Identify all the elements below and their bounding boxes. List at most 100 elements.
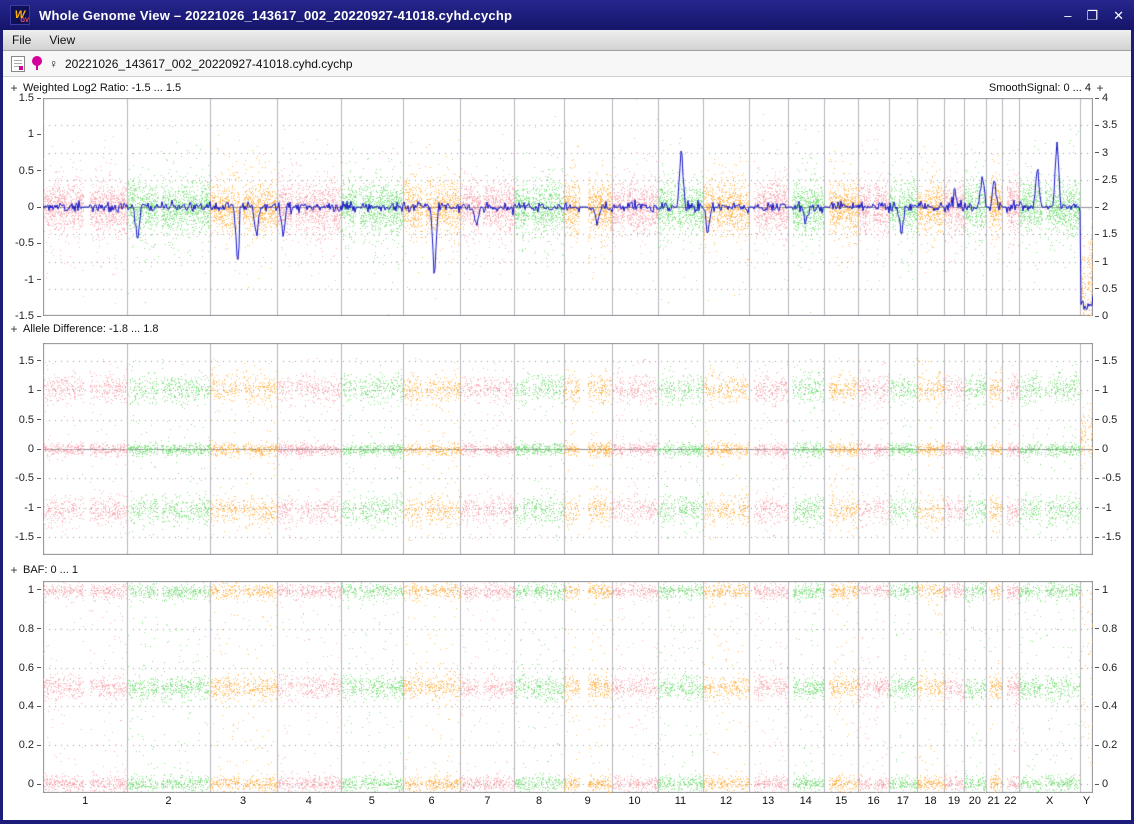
titlebar[interactable]: W GV Whole Genome View – 20221026_143617… [0,0,1134,30]
y-tick-right--1: -1 [1095,502,1112,514]
y-tick-right--0.5: -0.5 [1095,472,1121,484]
tick-label: 1 [28,584,34,596]
y-tick-right-1.5: 1.5 [1095,355,1117,367]
chromosome-label-1: 1 [82,795,88,807]
tick-label: 1.5 [19,92,34,104]
minimize-button[interactable]: – [1064,9,1071,22]
window-title: Whole Genome View – 20221026_143617_002_… [39,8,512,23]
tick-mark [37,279,41,280]
tick-label: 0.4 [19,700,34,712]
tick-label: 1 [1102,256,1108,268]
expand-baf-button[interactable]: + [7,563,21,577]
tick-label: 0 [28,201,34,213]
chromosome-label-5: 5 [369,795,375,807]
y-tick-right-4: 4 [1095,92,1108,104]
y-tick-right--1.5: -1.5 [1095,531,1121,543]
tick-label: -0.5 [1102,472,1121,484]
sample-filename: 20221026_143617_002_20220927-41018.cyhd.… [65,57,353,71]
y-tick-right-2.5: 2.5 [1095,174,1117,186]
tick-mark [1095,537,1099,538]
y-tick-right-0.8: 0.8 [1095,623,1117,635]
log2-plot: 1.510.50-0.5-1-1.5 43.532.521.510.50 [3,98,1131,316]
expand-allele-difference-button[interactable]: + [7,322,21,336]
tick-mark [37,316,41,317]
tick-mark [37,478,41,479]
maximize-button[interactable]: ❐ [1086,9,1098,22]
tick-label: 3.5 [1102,119,1117,131]
allele-difference-right-axis: 1.510.50-0.5-1-1.5 [1095,343,1131,555]
tick-label: 0.6 [19,662,34,674]
chromosome-label-15: 15 [835,795,847,807]
tick-label: -1 [24,274,34,286]
tick-label: 0.2 [1102,739,1117,751]
tick-mark [37,390,41,391]
tick-label: -1.5 [15,531,34,543]
y-tick-right-0.5: 0.5 [1095,414,1117,426]
tick-mark [1095,98,1099,99]
tick-mark [37,628,41,629]
menu-item-file[interactable]: File [3,31,40,49]
chromosome-label-12: 12 [720,795,732,807]
tick-label: -0.5 [15,472,34,484]
log2-plot-canvas[interactable] [43,98,1093,316]
tick-mark [1095,207,1099,208]
tick-mark [1095,390,1099,391]
tick-mark [1095,449,1099,450]
chromosome-label-8: 8 [536,795,542,807]
tick-label: 0.4 [1102,700,1117,712]
tick-mark [37,745,41,746]
tick-label: 1 [1102,584,1108,596]
chromosome-label-16: 16 [867,795,879,807]
chromosome-label-19: 19 [948,795,960,807]
baf-right-axis: 1 0.8 0.6 0.4 0.2 0 [1095,581,1131,793]
y-tick-left-0: 0 [28,443,41,455]
tick-label: 1 [28,128,34,140]
tick-mark [37,706,41,707]
baf-track-header: + BAF: 0 ... 1 [7,562,1107,577]
tick-mark [37,98,41,99]
sample-file-icon[interactable] [11,56,25,72]
chromosome-label-4: 4 [306,795,312,807]
allele-difference-track-header: + Allele Difference: -1.8 ... 1.8 [7,321,1107,336]
y-tick-left--0.5: -0.5 [15,472,41,484]
allele-difference-plot-canvas[interactable] [43,343,1093,555]
allele-difference-plot: 1.510.50-0.5-1-1.5 1.510.50-0.5-1-1.5 [3,343,1131,555]
app-icon: W GV [10,5,30,25]
tick-label: -0.5 [15,237,34,249]
y-tick-right-0.5: 0.5 [1095,283,1117,295]
chromosome-label-11: 11 [675,795,686,807]
tick-label: 0.5 [19,165,34,177]
tick-label: 0 [1102,778,1108,790]
y-tick-left--1.5: -1.5 [15,531,41,543]
tick-label: 0.5 [1102,283,1117,295]
chromosome-label-10: 10 [628,795,640,807]
y-tick-left-0: 0 [28,778,41,790]
smoothsignal-right-axis: 43.532.521.510.50 [1095,98,1131,316]
tick-mark [37,667,41,668]
sample-gender-symbol: ♀ [49,57,58,71]
tick-mark [37,589,41,590]
tick-label: 1.5 [19,355,34,367]
sample-pin-icon[interactable] [32,56,42,71]
tick-mark [37,419,41,420]
tick-mark [1095,478,1099,479]
baf-plot-canvas[interactable] [43,581,1093,793]
baf-plot: 1 0.8 0.6 0.4 0.2 0 1 0.8 0.6 0.4 0.2 0 [3,581,1131,793]
tick-mark [1095,507,1099,508]
chromosome-label-17: 17 [897,795,909,807]
baf-left-axis: 10.80.60.40.20 [3,581,41,793]
y-tick-left-0.4: 0.4 [19,700,41,712]
tick-mark [1095,179,1099,180]
y-tick-left--1: -1 [24,502,41,514]
close-button[interactable]: ✕ [1113,9,1124,22]
tick-mark [1095,784,1099,785]
tick-mark [1095,152,1099,153]
tick-label: 1 [1102,384,1108,396]
log2-track-header: + Weighted Log2 Ratio: -1.5 ... 1.5 Smoo… [7,80,1107,95]
log2-left-axis: 1.510.50-0.5-1-1.5 [3,98,41,316]
tick-label: 0.6 [1102,662,1117,674]
baf-track-label: BAF: 0 ... 1 [23,564,78,576]
y-tick-left-0: 0 [28,201,41,213]
menu-item-view[interactable]: View [40,31,84,49]
y-tick-right-0: 0 [1095,778,1108,790]
